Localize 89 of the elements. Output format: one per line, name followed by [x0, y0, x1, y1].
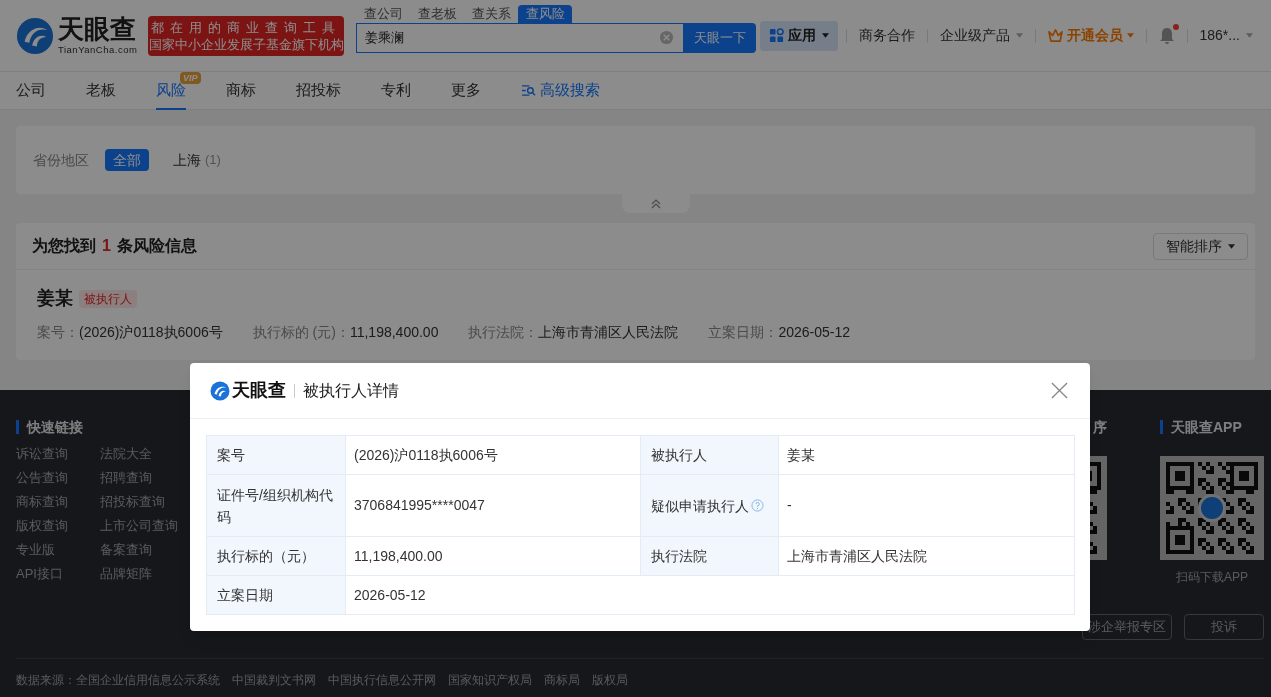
logo-icon	[210, 380, 230, 401]
field-label: 执行标的 (元)：	[252, 323, 350, 342]
field-label: 执行法院：	[468, 323, 539, 342]
banner-text: 都在用的商业查询工具	[151, 18, 341, 36]
close-icon[interactable]	[1051, 382, 1068, 399]
apps-button[interactable]: 应用	[759, 20, 838, 51]
footer-link[interactable]: 公告查询	[16, 466, 100, 490]
source-link[interactable]: 全国企业信用信息公示系统	[76, 671, 220, 689]
label-cell: 执行法院	[640, 536, 779, 576]
caret-icon	[1015, 33, 1023, 38]
sources-label: 数据来源：	[16, 672, 76, 689]
category-tab[interactable]: 公司	[16, 71, 46, 110]
section-title: 天眼查APP	[1171, 417, 1242, 437]
logo-domain: TianYanCha.com	[58, 45, 138, 55]
category-tab[interactable]: 招投标	[296, 71, 341, 110]
nav-link[interactable]: 商务合作	[854, 25, 919, 46]
table-cell: 2026-05-12	[345, 575, 1075, 615]
footer-link[interactable]: 诉讼查询	[16, 442, 100, 466]
dialog-title: 被执行人详情	[303, 380, 399, 401]
source-link[interactable]: 中国裁判文书网	[232, 671, 316, 689]
crown-icon	[1047, 29, 1063, 42]
qr-code-icon	[1160, 456, 1264, 560]
sort-dropdown[interactable]: 智能排序	[1153, 232, 1248, 260]
footer-link[interactable]: 版权查询	[16, 514, 100, 538]
collapse-button[interactable]	[622, 194, 690, 213]
source-link[interactable]: 中国执行信息公开网	[328, 671, 436, 689]
field-value: 上海市青浦区人民法院	[538, 323, 679, 342]
filter-option[interactable]: 上海 (1)	[165, 149, 229, 171]
table-cell: 上海市青浦区人民法院	[778, 536, 1075, 576]
field-label: 案号：	[37, 323, 79, 342]
table-cell: 姜某	[778, 435, 1075, 475]
search-button[interactable]: 天眼一下	[684, 23, 756, 53]
source-link[interactable]: 版权局	[592, 671, 628, 689]
logo-icon[interactable]	[16, 16, 54, 55]
caret-icon	[821, 33, 829, 38]
field-value: (2026)沪0118执6006号	[79, 323, 223, 342]
caret-icon	[1246, 33, 1253, 38]
section-title: 快速链接	[27, 417, 83, 437]
clear-icon[interactable]	[659, 30, 674, 45]
table-cell: 3706841995****0047	[345, 474, 641, 537]
table-cell: -	[778, 474, 1075, 537]
status-tag: 被执行人	[79, 289, 137, 308]
field-value: 11,198,400.00	[349, 323, 439, 342]
footer-link[interactable]: 专业版	[16, 538, 100, 562]
footer-button[interactable]: 投诉	[1184, 614, 1264, 640]
source-link[interactable]: 国家知识产权局	[448, 671, 532, 689]
search-field[interactable]: 姜乘澜	[356, 23, 684, 53]
filter-option[interactable]: 全部	[105, 149, 149, 171]
result-count: 1	[102, 236, 111, 256]
filter-search-icon	[521, 84, 536, 97]
result-title[interactable]: 姜某	[37, 285, 73, 312]
caret-icon	[1228, 243, 1235, 249]
search-tab[interactable]: 查老板	[410, 5, 464, 23]
chevron-up-icon	[650, 198, 662, 209]
category-tab[interactable]: 专利	[381, 71, 411, 110]
search-tab[interactable]: 查公司	[356, 5, 410, 23]
label-cell: 被执行人	[640, 435, 779, 475]
table-cell: (2026)沪0118执6006号	[345, 435, 641, 475]
source-link[interactable]: 商标局	[544, 671, 580, 689]
filter-label: 省份地区	[33, 150, 89, 170]
product-menu[interactable]: 企业级产品	[935, 25, 1027, 46]
label-cell: 案号	[206, 435, 346, 475]
user-menu[interactable]: 186*...	[1195, 25, 1255, 46]
search-tab[interactable]: 查关系	[464, 5, 518, 23]
vip-button[interactable]: 开通会员	[1043, 25, 1138, 46]
banner-text: 国家中小企业发展子基金旗下机构	[148, 35, 344, 53]
label-cell: 立案日期	[206, 575, 346, 615]
label-cell: 执行标的（元）	[206, 536, 346, 576]
search-tab[interactable]: 查风险	[518, 5, 572, 23]
advanced-search-link[interactable]: 高级搜索	[521, 79, 600, 102]
logo-text[interactable]: 天眼查	[58, 16, 138, 43]
help-icon[interactable]	[751, 498, 764, 512]
footer-link[interactable]: 商标查询	[16, 490, 100, 514]
category-tab[interactable]: 商标	[226, 71, 256, 110]
label-cell: 疑似申请执行人	[640, 474, 779, 537]
field-value: 2026-05-12	[778, 323, 851, 342]
field-label: 立案日期：	[708, 323, 779, 342]
footer-link[interactable]: API接口	[16, 562, 100, 586]
results-summary: 条风险信息	[116, 236, 197, 256]
section-title: 序	[1093, 418, 1107, 436]
results-summary: 为您找到	[32, 236, 96, 256]
caret-icon	[1126, 33, 1134, 38]
category-tab[interactable]: 更多	[451, 71, 481, 110]
logo-text: 天眼查	[232, 379, 286, 402]
bell-icon	[1158, 26, 1175, 45]
grid-icon	[768, 28, 784, 43]
table-cell: 11,198,400.00	[345, 536, 641, 576]
label-cell: 证件号/组织机构代码	[206, 474, 346, 537]
category-tab[interactable]: 老板	[86, 71, 116, 110]
